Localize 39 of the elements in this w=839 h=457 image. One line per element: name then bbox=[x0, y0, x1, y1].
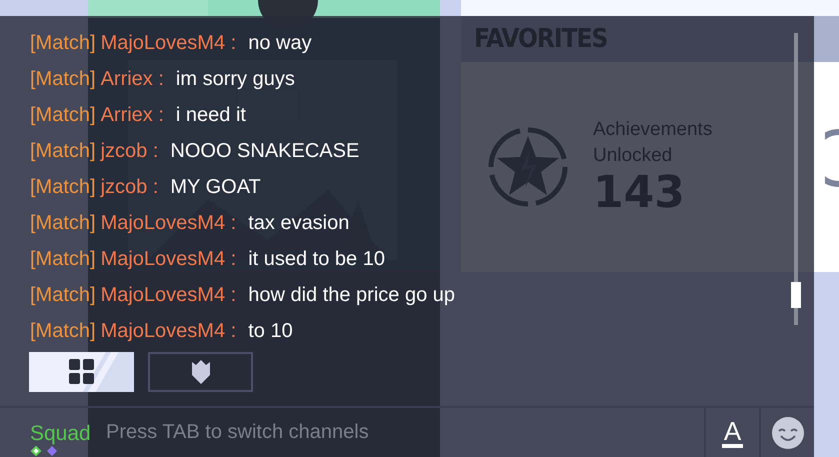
message-text: to 10 bbox=[248, 320, 293, 342]
message-text: NOOO SNAKECASE bbox=[170, 140, 360, 162]
sender-name[interactable]: Arriex : bbox=[100, 104, 164, 126]
emblem-icon bbox=[825, 128, 839, 188]
chat-tab[interactable] bbox=[29, 352, 134, 392]
channel-tag: [Match] bbox=[30, 284, 96, 306]
message-text: how did the price go up bbox=[248, 284, 456, 306]
channel-tag: [Match] bbox=[30, 248, 96, 270]
grid-icon bbox=[68, 359, 94, 385]
text-style-button[interactable]: A bbox=[704, 408, 759, 457]
scrollbar[interactable] bbox=[794, 33, 798, 325]
message-text: MY GOAT bbox=[170, 176, 261, 198]
channel-tag: [Match] bbox=[30, 176, 96, 198]
message-text: it used to be 10 bbox=[248, 248, 385, 270]
sender-name[interactable]: MajoLovesM4 : bbox=[100, 284, 236, 306]
smiley-icon bbox=[770, 416, 804, 450]
sender-name[interactable]: MajoLovesM4 : bbox=[100, 32, 236, 54]
message-input[interactable]: Press TAB to switch channels bbox=[106, 408, 704, 457]
sender-name[interactable]: jzcob : bbox=[100, 176, 158, 198]
message-text: im sorry guys bbox=[176, 68, 295, 90]
chat-tab[interactable] bbox=[148, 352, 253, 392]
sender-name[interactable]: MajoLovesM4 : bbox=[100, 212, 236, 234]
message-text: tax evasion bbox=[248, 212, 350, 234]
message-text: no way bbox=[248, 32, 312, 54]
diamond-icons bbox=[30, 446, 60, 456]
channel-tag: [Match] bbox=[30, 212, 96, 234]
sender-name[interactable]: MajoLovesM4 : bbox=[100, 248, 236, 270]
message-text: i need it bbox=[176, 104, 246, 126]
channel-label[interactable]: Squad bbox=[30, 422, 106, 446]
sender-name[interactable]: jzcob : bbox=[100, 140, 158, 162]
channel-tag: [Match] bbox=[30, 320, 96, 342]
sender-name[interactable]: Arriex : bbox=[100, 68, 164, 90]
sender-name[interactable]: MajoLovesM4 : bbox=[100, 320, 236, 342]
channel-tag: [Match] bbox=[30, 68, 96, 90]
channel-tag: [Match] bbox=[30, 32, 96, 54]
channel-tag: [Match] bbox=[30, 140, 96, 162]
shield-icon bbox=[190, 360, 212, 384]
scroll-thumb[interactable] bbox=[791, 282, 801, 308]
channel-tag: [Match] bbox=[30, 104, 96, 126]
